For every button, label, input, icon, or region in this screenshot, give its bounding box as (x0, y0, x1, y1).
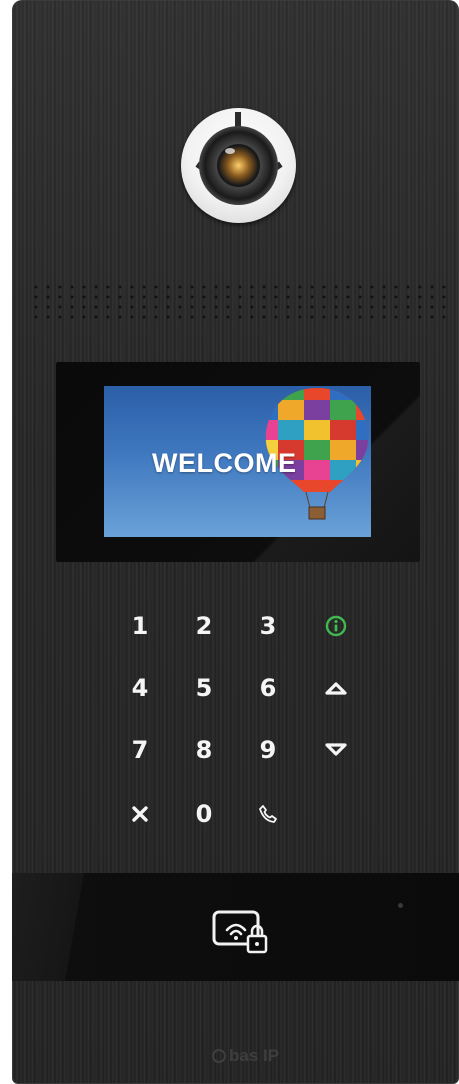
key-9[interactable]: 9 (250, 732, 286, 768)
card-reader-area[interactable] (12, 873, 459, 981)
info-icon (325, 615, 347, 637)
call-phone-key[interactable] (250, 796, 286, 832)
info-key[interactable] (318, 608, 354, 644)
key-7[interactable]: 7 (122, 732, 158, 768)
key-8[interactable]: 8 (186, 732, 222, 768)
chevron-down-key[interactable] (318, 732, 354, 768)
key-label: 0 (195, 800, 213, 828)
key-label: 4 (131, 674, 149, 702)
key-3[interactable]: 3 (250, 608, 286, 644)
key-4[interactable]: 4 (122, 670, 158, 706)
welcome-text: WELCOME (152, 448, 297, 478)
speaker-grille (30, 282, 448, 324)
cancel-x-key[interactable] (122, 796, 158, 832)
key-0[interactable]: 0 (186, 796, 222, 832)
key-2[interactable]: 2 (186, 608, 222, 644)
key-1[interactable]: 1 (122, 608, 158, 644)
key-label: 1 (131, 612, 149, 640)
brand-logo-icon (212, 1049, 226, 1063)
key-label: 5 (195, 674, 213, 702)
chevron-down-icon (323, 741, 349, 759)
key-label: 6 (259, 674, 277, 702)
cancel-x-icon (131, 805, 149, 823)
camera-icon (181, 108, 296, 223)
key-5[interactable]: 5 (186, 670, 222, 706)
nfc-card-lock-icon (212, 908, 274, 962)
display-screen: WELCOME (104, 386, 371, 537)
key-label: 2 (195, 612, 213, 640)
status-led (398, 903, 403, 908)
key-6[interactable]: 6 (250, 670, 286, 706)
camera-lens (199, 126, 278, 205)
key-label: 9 (259, 736, 277, 764)
key-label: 3 (259, 612, 277, 640)
brand-name: bas IP (229, 1046, 280, 1065)
call-phone-icon (258, 804, 278, 824)
key-label: 7 (131, 736, 149, 764)
chevron-up-key[interactable] (318, 670, 354, 706)
key-label: 8 (195, 736, 213, 764)
brand-logo: bas IP (212, 1046, 279, 1066)
chevron-up-icon (323, 679, 349, 697)
